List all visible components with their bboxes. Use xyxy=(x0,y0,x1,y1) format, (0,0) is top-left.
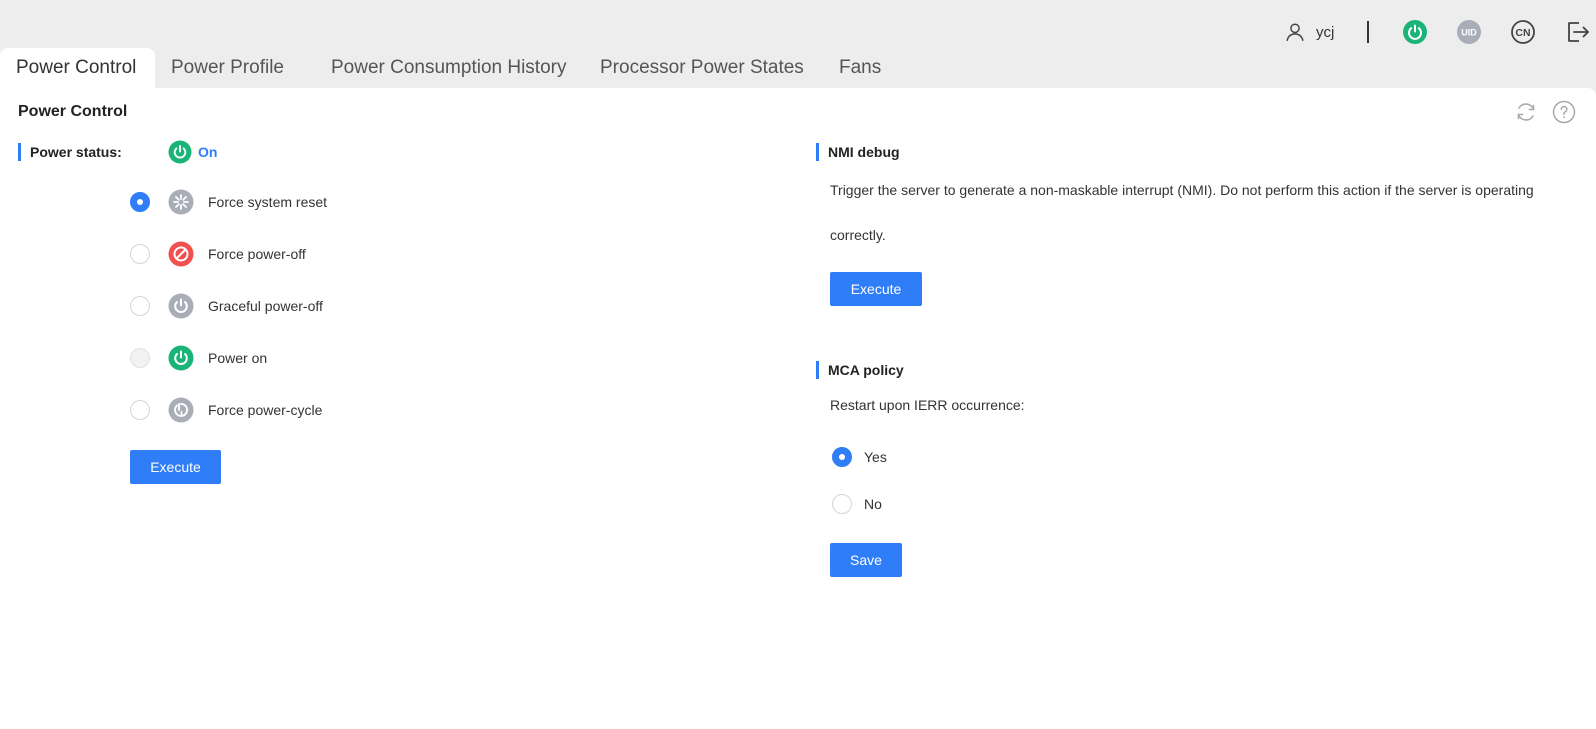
option-label: Power on xyxy=(208,350,268,366)
radio-force-power-off[interactable] xyxy=(130,244,150,264)
option-label: Force power-cycle xyxy=(208,402,323,418)
tab-processor-power-states[interactable]: Processor Power States xyxy=(584,48,817,88)
header-divider xyxy=(1367,21,1369,43)
help-icon[interactable] xyxy=(1552,100,1576,124)
user-icon xyxy=(1286,23,1304,41)
user-menu[interactable]: ycj xyxy=(1284,20,1334,44)
user-name: ycj xyxy=(1316,23,1335,41)
option-force-system-reset[interactable]: Force system reset xyxy=(130,189,327,215)
execute-nmi-button[interactable]: Execute xyxy=(830,272,922,306)
forbidden-icon xyxy=(168,241,194,267)
tab-power-consumption-history[interactable]: Power Consumption History xyxy=(315,48,584,88)
power-status-label: Power status: xyxy=(18,143,122,161)
tab-bar: Power Control Power Profile Power Consum… xyxy=(0,48,897,88)
option-force-power-off[interactable]: Force power-off xyxy=(130,241,306,267)
option-label: Force power-off xyxy=(208,246,306,262)
radio-mca-no[interactable] xyxy=(832,494,852,514)
option-mca-no[interactable]: No xyxy=(832,493,882,515)
option-mca-yes[interactable]: Yes xyxy=(832,446,887,468)
page-title: Power Control xyxy=(18,103,128,120)
radio-force-power-cycle[interactable] xyxy=(130,400,150,420)
uid-icon[interactable]: UID xyxy=(1456,19,1482,45)
option-label: Graceful power-off xyxy=(208,298,323,314)
tab-fans[interactable]: Fans xyxy=(817,48,897,88)
tab-power-profile[interactable]: Power Profile xyxy=(155,48,315,88)
panel-tools xyxy=(1514,100,1576,124)
power-status-icon[interactable] xyxy=(1402,19,1428,45)
radio-mca-yes[interactable] xyxy=(832,447,852,467)
option-force-power-cycle[interactable]: Force power-cycle xyxy=(130,397,322,423)
language-cn-icon[interactable]: CN xyxy=(1510,19,1536,45)
radio-graceful-power-off[interactable] xyxy=(130,296,150,316)
power-on-status-icon xyxy=(168,140,192,164)
uid-icon-text: UID xyxy=(1461,28,1477,38)
power-on-icon xyxy=(168,345,194,371)
power-control-panel: Power Control Power status: On Force sys… xyxy=(0,88,1596,729)
tab-power-control[interactable]: Power Control xyxy=(0,48,155,88)
option-graceful-power-off[interactable]: Graceful power-off xyxy=(130,293,323,319)
language-cn-text: CN xyxy=(1515,27,1530,39)
nmi-debug-title: NMI debug xyxy=(816,143,900,161)
power-cycle-icon xyxy=(168,397,194,423)
execute-power-action-button[interactable]: Execute xyxy=(130,450,221,484)
save-mca-button[interactable]: Save xyxy=(830,543,902,577)
power-status: On xyxy=(168,140,217,164)
power-icon xyxy=(168,293,194,319)
mca-question: Restart upon IERR occurrence: xyxy=(830,397,1025,413)
nmi-description: Trigger the server to generate a non-mas… xyxy=(830,182,1534,243)
option-label: No xyxy=(864,496,882,512)
power-status-value: On xyxy=(198,144,218,160)
option-power-on: Power on xyxy=(130,345,267,371)
refresh-icon[interactable] xyxy=(1514,100,1538,124)
option-label: Force system reset xyxy=(208,194,328,210)
mca-policy-title: MCA policy xyxy=(816,361,904,379)
reset-icon xyxy=(168,189,194,215)
radio-power-on xyxy=(130,348,150,368)
logout-icon[interactable] xyxy=(1564,19,1590,45)
radio-force-system-reset[interactable] xyxy=(130,192,150,212)
option-label: Yes xyxy=(864,449,887,465)
top-bar: ycj UID CN xyxy=(0,0,1596,48)
